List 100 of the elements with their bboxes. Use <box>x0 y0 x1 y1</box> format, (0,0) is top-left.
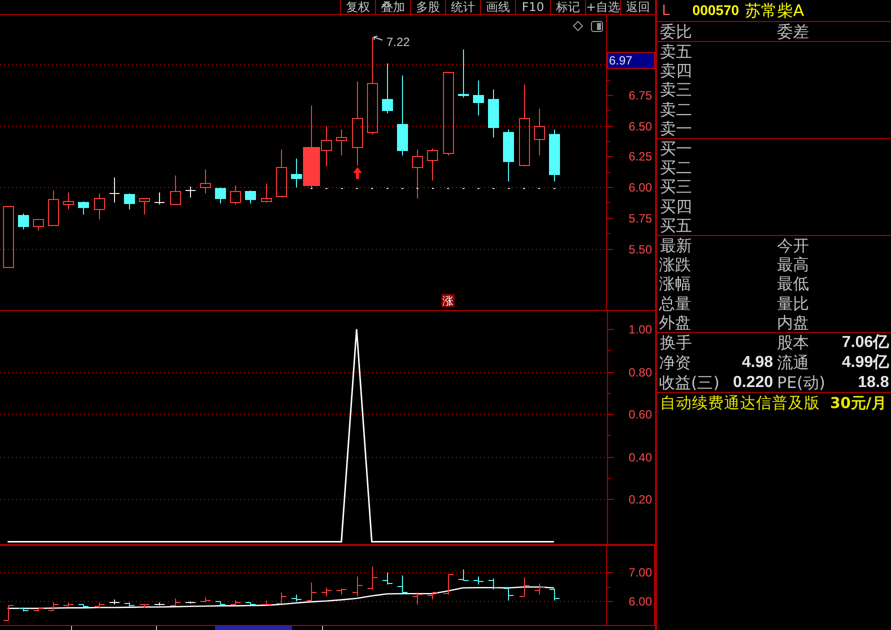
field-label: 今开 <box>777 236 809 256</box>
axis-label: 6.25 <box>628 150 652 164</box>
axis-label: 5.75 <box>628 212 652 226</box>
ohlc-bar <box>519 577 530 597</box>
axis-label: 7.00 <box>628 566 652 580</box>
field-value: 4.98 <box>742 352 773 372</box>
ohlc-bar <box>139 604 150 608</box>
field-label: 最低 <box>777 274 809 294</box>
axis-label: 6.00 <box>628 180 652 194</box>
ohlc-bar <box>230 600 241 606</box>
field-label: 最高 <box>777 255 809 274</box>
candlestick <box>412 149 423 199</box>
candlestick <box>534 108 545 156</box>
ohlc-bar <box>78 604 89 608</box>
candlestick <box>549 129 560 182</box>
ohlc-bar <box>109 599 120 605</box>
candlestick <box>245 190 256 204</box>
ohlc-bar <box>18 607 29 612</box>
stock-name: 苏常柴A <box>745 1 804 20</box>
half-filled-square-icon[interactable] <box>591 21 603 32</box>
ask-level-label: 卖二 <box>659 100 693 119</box>
candlestick <box>18 213 29 230</box>
ohlc-bar <box>427 592 438 600</box>
field-value: 18.8 <box>858 372 889 392</box>
up-arrow-icon <box>353 167 362 179</box>
ohlc-bar <box>412 592 423 605</box>
ohlc-bar <box>215 601 226 606</box>
ohlc-bar <box>170 598 181 606</box>
high-price-label: 7.22 <box>386 35 410 50</box>
field-label: 股本 <box>777 333 809 352</box>
ohlc-bar <box>261 600 272 605</box>
field-label: 涨幅 <box>659 274 691 294</box>
field-label: 换手 <box>660 333 692 352</box>
candlestick <box>458 49 469 98</box>
candlestick <box>473 80 484 116</box>
ohlc-bar <box>397 575 408 595</box>
axis-label: 1.00 <box>628 322 652 336</box>
ohlc-bar <box>185 601 196 604</box>
field-label: 收益(三) <box>659 372 720 392</box>
promo-text[interactable]: 自动续费通达信普及版 <box>660 394 820 412</box>
ohlc-bar <box>154 602 165 606</box>
ohlc-bar <box>245 602 256 606</box>
price-tag: 6.97 <box>607 52 655 69</box>
ask-level-label: 卖五 <box>659 42 693 62</box>
candlestick <box>382 63 393 114</box>
diamond-icon[interactable] <box>572 20 584 32</box>
ohlc-bar <box>94 602 105 609</box>
candlestick <box>503 129 514 182</box>
bid-level-label: 买二 <box>659 158 693 178</box>
candlestick <box>488 89 499 138</box>
candlestick <box>261 183 272 203</box>
ask-level-label: 卖四 <box>659 61 693 80</box>
promo-price[interactable]: 30元/月 <box>830 394 886 412</box>
ohlc-bar <box>124 602 135 607</box>
field-label: 内盘 <box>777 312 809 332</box>
candlestick <box>427 148 438 181</box>
candlestick <box>230 185 241 205</box>
axis-label: 0.80 <box>628 366 652 380</box>
field-value: 4.99亿 <box>842 352 889 372</box>
ohlc-bar <box>33 608 44 612</box>
field-label: 流通 <box>777 352 809 372</box>
ohlc-bar <box>382 572 393 585</box>
ohlc-bar <box>48 602 59 611</box>
candlestick <box>185 186 196 198</box>
field-label: 外盘 <box>659 312 691 332</box>
ohlc-bar <box>276 592 287 604</box>
candlestick <box>154 192 165 205</box>
ohlc-bar <box>443 574 454 595</box>
bid-level-label: 买四 <box>659 196 693 216</box>
candlestick <box>94 193 105 220</box>
market-flag-label: L <box>662 1 670 20</box>
ohlc-bar <box>549 588 560 601</box>
ohlc-bar <box>336 588 347 595</box>
ask-level-label: 卖三 <box>659 80 693 100</box>
axis-label: 0.20 <box>628 492 652 506</box>
axis-label: 6.50 <box>628 120 652 134</box>
candlestick <box>124 193 135 210</box>
candlestick <box>63 192 74 210</box>
ask-level-label: 卖一 <box>659 118 693 138</box>
ohlc-bar <box>321 587 332 597</box>
ohlc-bar <box>367 566 378 590</box>
ohlc-bar <box>352 576 363 597</box>
axis-label: 0.60 <box>628 408 652 422</box>
candlestick <box>3 206 14 268</box>
field-label: 净资 <box>659 352 691 372</box>
candlestick <box>33 219 44 231</box>
ohlc-bar <box>291 594 302 602</box>
bid-level-label: 买五 <box>659 216 693 235</box>
candlestick <box>109 177 120 203</box>
field-label: 最新 <box>660 236 692 256</box>
candlestick <box>215 187 226 204</box>
toolbar-button[interactable]: +自选 <box>585 0 620 14</box>
ohlc-bar <box>306 582 317 602</box>
leader-arrow <box>373 36 383 41</box>
ohlc-bar <box>534 583 545 595</box>
ohlc-bar <box>63 602 74 607</box>
ohlc-bar <box>488 578 499 590</box>
signal-label: 涨 <box>442 294 454 308</box>
stock-code: 000570 <box>692 1 740 20</box>
candlestick <box>48 190 59 226</box>
